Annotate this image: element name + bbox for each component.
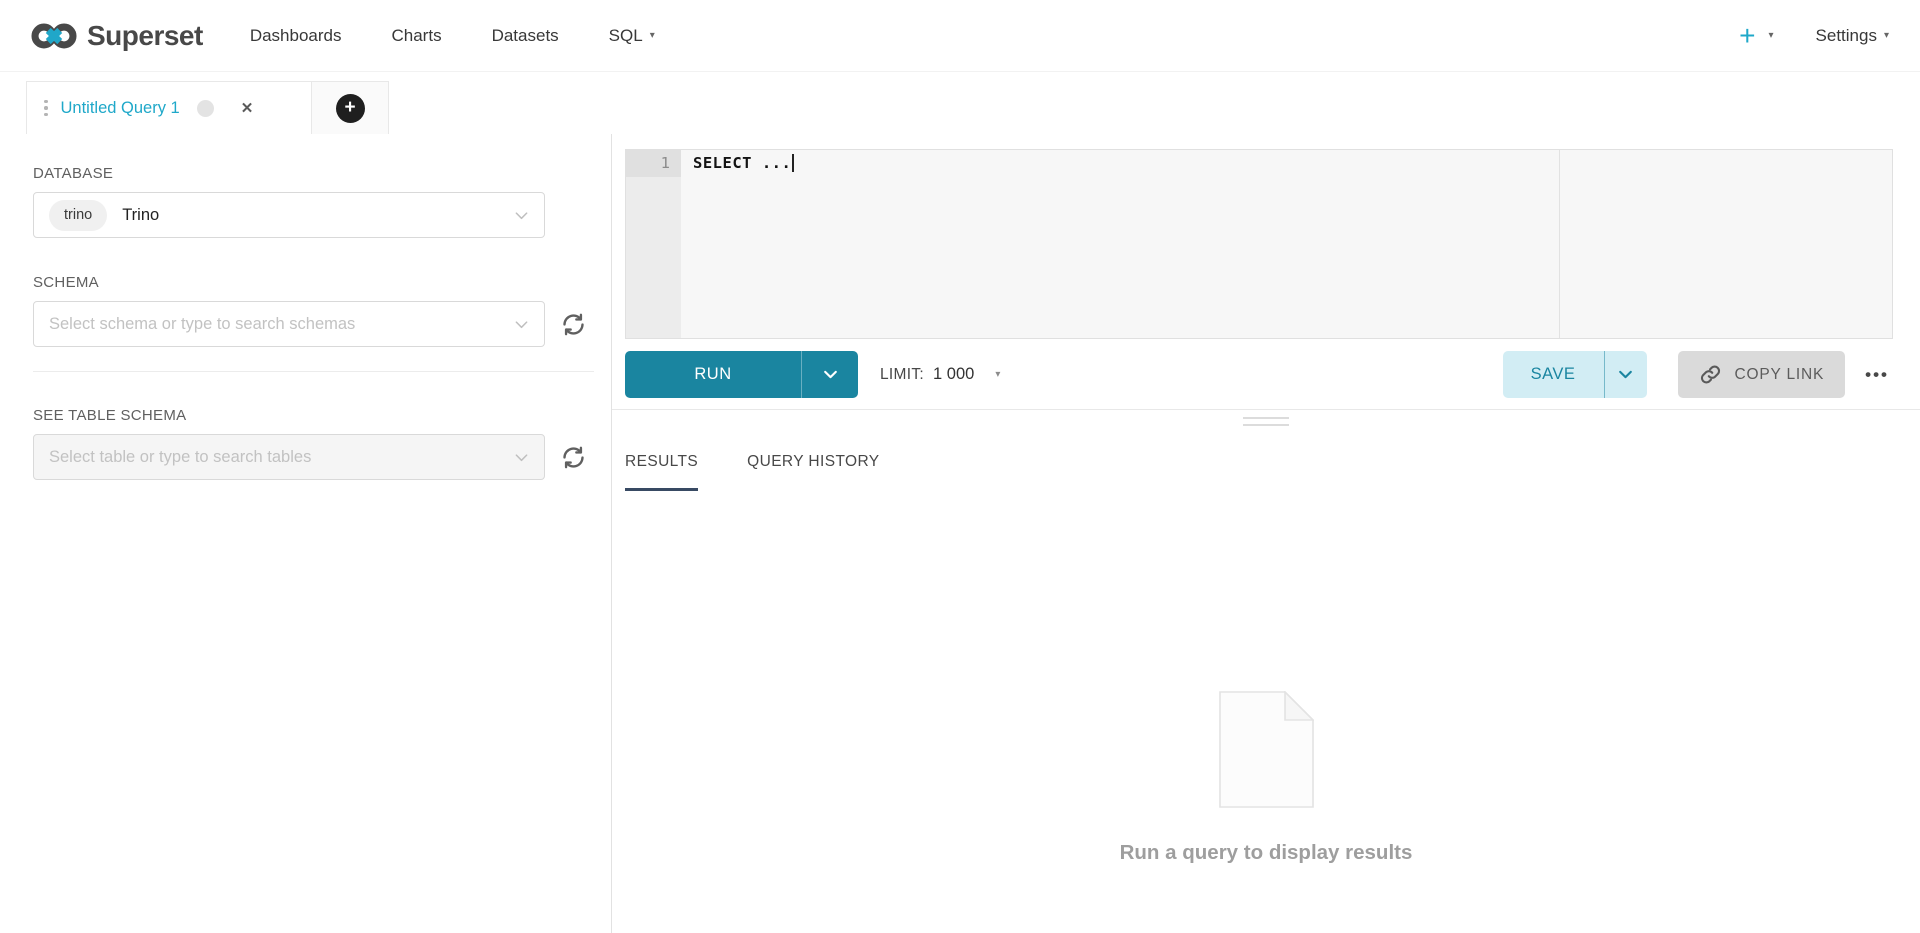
- database-label: DATABASE: [33, 165, 611, 182]
- editor-gutter: 1: [626, 150, 681, 338]
- tab-results[interactable]: RESULTS: [625, 453, 698, 491]
- new-tab-area: +: [312, 81, 389, 134]
- schema-placeholder: Select schema or type to search schemas: [49, 315, 355, 334]
- panel-split-divider: [612, 409, 1920, 410]
- sqllab-main-panel: 1 SELECT ... RUN LIMIT: 1 000 ▾ SAVE: [612, 134, 1920, 933]
- chevron-down-icon: [514, 317, 529, 332]
- table-placeholder: Select table or type to search tables: [49, 448, 311, 467]
- run-button[interactable]: RUN: [625, 351, 801, 398]
- main-nav: Dashboards Charts Datasets SQL ▾: [225, 26, 680, 46]
- database-value: Trino: [122, 206, 159, 225]
- new-item-menu[interactable]: + ▾: [1739, 22, 1773, 50]
- caret-down-icon: ▾: [1884, 30, 1889, 41]
- run-split-button: RUN: [625, 351, 858, 398]
- brand-title: Superset: [87, 20, 203, 52]
- superset-logo-icon: [31, 21, 77, 51]
- limit-value: 1 000: [933, 365, 974, 384]
- save-options-button[interactable]: [1604, 351, 1647, 398]
- query-status-dot: [197, 100, 214, 117]
- panel-divider: [33, 371, 594, 372]
- schema-select[interactable]: Select schema or type to search schemas: [33, 301, 545, 347]
- content-area: DATABASE trino Trino SCHEMA Select schem…: [0, 134, 1920, 933]
- results-tabbar: RESULTS QUERY HISTORY: [612, 453, 1920, 491]
- plus-icon: +: [1739, 22, 1755, 50]
- sql-rest: ...: [752, 154, 791, 172]
- database-select[interactable]: trino Trino: [33, 192, 545, 238]
- document-icon: [1219, 691, 1314, 808]
- copy-link-button[interactable]: COPY LINK: [1678, 351, 1846, 398]
- query-tab-title: Untitled Query 1: [61, 99, 180, 118]
- schema-label: SCHEMA: [33, 274, 611, 291]
- editor-toolbar: RUN LIMIT: 1 000 ▾ SAVE: [625, 351, 1893, 398]
- sqllab-left-panel: DATABASE trino Trino SCHEMA Select schem…: [0, 134, 612, 933]
- top-navbar: Superset Dashboards Charts Datasets SQL …: [0, 0, 1920, 72]
- tab-query-history[interactable]: QUERY HISTORY: [747, 453, 879, 491]
- nav-item-sql[interactable]: SQL ▾: [584, 26, 680, 46]
- text-cursor-caret: [792, 154, 794, 172]
- caret-down-icon: ▾: [1769, 30, 1774, 41]
- limit-dropdown[interactable]: LIMIT: 1 000 ▾: [880, 365, 1000, 384]
- close-tab-icon[interactable]: ✕: [241, 99, 254, 117]
- chevron-down-icon: [822, 366, 839, 383]
- nav-item-sql-label: SQL: [609, 26, 643, 46]
- navbar-right: + ▾ Settings ▾: [1739, 22, 1889, 50]
- more-actions-button[interactable]: •••: [1861, 359, 1893, 391]
- chevron-down-icon: [1617, 366, 1634, 383]
- refresh-schemas-button[interactable]: [558, 309, 588, 339]
- link-icon: [1699, 363, 1722, 386]
- copy-link-label: COPY LINK: [1735, 366, 1825, 384]
- settings-label: Settings: [1816, 26, 1877, 46]
- results-empty-state: Run a query to display results: [612, 691, 1920, 865]
- nav-item-datasets[interactable]: Datasets: [467, 26, 584, 46]
- refresh-icon: [560, 311, 587, 338]
- editor-code-area[interactable]: SELECT ...: [681, 150, 1892, 338]
- refresh-tables-button[interactable]: [558, 442, 588, 472]
- line-number: 1: [626, 150, 681, 177]
- query-tabbar: Untitled Query 1 ✕ +: [0, 72, 1920, 134]
- editor-print-margin: [1559, 150, 1560, 338]
- nav-item-charts[interactable]: Charts: [367, 26, 467, 46]
- superset-brand[interactable]: Superset: [31, 20, 203, 52]
- table-schema-label: SEE TABLE SCHEMA: [33, 407, 611, 424]
- nav-item-dashboards[interactable]: Dashboards: [225, 26, 367, 46]
- empty-state-message: Run a query to display results: [1120, 841, 1413, 865]
- settings-menu[interactable]: Settings ▾: [1816, 26, 1889, 46]
- database-backend-badge: trino: [49, 200, 107, 231]
- table-select[interactable]: Select table or type to search tables: [33, 434, 545, 480]
- sql-editor[interactable]: 1 SELECT ...: [625, 149, 1893, 339]
- save-split-button: SAVE: [1503, 351, 1647, 398]
- tab-menu-icon[interactable]: [44, 100, 48, 117]
- add-tab-button[interactable]: +: [336, 94, 365, 123]
- sql-keyword: SELECT: [693, 154, 752, 172]
- drag-handle[interactable]: [1243, 417, 1289, 431]
- run-options-button[interactable]: [801, 351, 858, 398]
- refresh-icon: [560, 444, 587, 471]
- caret-down-icon: ▾: [995, 369, 1000, 380]
- query-tab-active[interactable]: Untitled Query 1 ✕: [26, 81, 312, 134]
- save-button[interactable]: SAVE: [1503, 351, 1604, 398]
- chevron-down-icon: [514, 208, 529, 223]
- caret-down-icon: ▾: [650, 30, 655, 41]
- chevron-down-icon: [514, 450, 529, 465]
- limit-label: LIMIT:: [880, 366, 924, 384]
- code-line-1: SELECT ...: [681, 150, 1892, 177]
